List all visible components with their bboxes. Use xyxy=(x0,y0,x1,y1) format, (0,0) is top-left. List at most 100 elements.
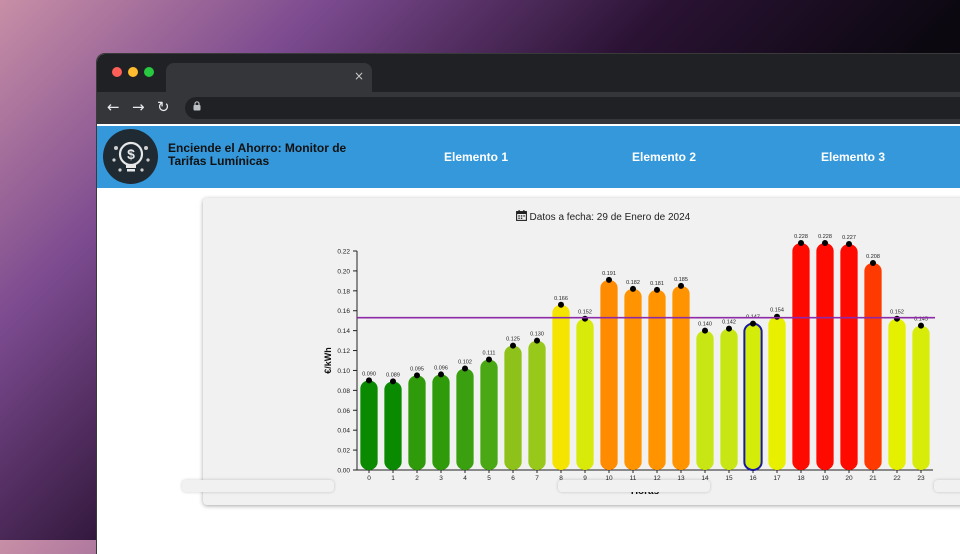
bar xyxy=(696,330,714,470)
y-tick-label: 0.20 xyxy=(337,268,350,275)
data-label: 0.191 xyxy=(602,271,616,277)
bar-top-point xyxy=(630,285,636,292)
bar xyxy=(432,374,450,470)
back-icon[interactable]: ← xyxy=(107,98,120,116)
x-tick-label: 23 xyxy=(917,475,925,482)
bar xyxy=(384,381,402,470)
y-tick-label: 0.18 xyxy=(337,288,350,295)
site-title[interactable]: Enciende el Ahorro: Monitor de Tarifas L… xyxy=(168,142,368,168)
data-label: 0.208 xyxy=(866,254,880,260)
price-bar-chart: 0.00 0.02 0.04 0.06 0.08 0.10 0.12 0.14 0.16 0.18… xyxy=(323,234,935,497)
card-stub-2 xyxy=(558,480,710,492)
data-label: 0.111 xyxy=(483,351,496,357)
y-tick-label: 0.00 xyxy=(337,468,350,475)
bar-top-point xyxy=(870,259,876,266)
bar-top-point xyxy=(678,282,684,289)
bar-top-point xyxy=(654,286,660,293)
tab-bar: × xyxy=(97,54,960,92)
forward-icon[interactable]: → xyxy=(132,98,145,116)
tab-close-icon[interactable]: × xyxy=(354,69,364,83)
y-tick-label: 0.12 xyxy=(337,348,350,355)
bar-top-point xyxy=(846,241,852,248)
bar-top-point xyxy=(390,378,396,385)
data-label: 0.182 xyxy=(626,280,640,286)
card-stub-3 xyxy=(934,480,960,492)
x-tick-label: 21 xyxy=(869,475,877,482)
bar-top-point xyxy=(486,356,492,363)
window-controls xyxy=(112,67,154,77)
bar-top-point xyxy=(726,325,732,332)
x-tick-label: 3 xyxy=(439,475,443,482)
bar-top-point xyxy=(438,371,444,378)
bar-top-point xyxy=(534,337,540,344)
y-axis-label: €/kWh xyxy=(323,347,333,374)
x-tick-label: 15 xyxy=(725,475,733,482)
bar xyxy=(912,325,930,470)
x-tick-label: 18 xyxy=(797,475,805,482)
bar-top-point xyxy=(582,315,588,322)
y-tick-label: 0.10 xyxy=(337,368,350,375)
lock-icon xyxy=(193,101,201,114)
y-tick-label: 0.06 xyxy=(337,408,350,415)
x-tick-label: 4 xyxy=(463,475,467,482)
nav-item-1[interactable]: Elemento 1 xyxy=(444,150,508,164)
bar xyxy=(480,359,498,470)
bar xyxy=(552,304,570,470)
x-tick-label: 5 xyxy=(487,475,491,482)
nav-item-3[interactable]: Elemento 3 xyxy=(821,150,885,164)
bar-top-point xyxy=(918,322,924,329)
bar xyxy=(672,285,690,470)
data-label: 0.142 xyxy=(722,320,736,326)
bar xyxy=(576,318,594,470)
data-label: 0.096 xyxy=(434,365,448,371)
x-tick-label: 17 xyxy=(773,475,781,482)
svg-text:$: $ xyxy=(127,146,135,162)
nav-item-2[interactable]: Elemento 2 xyxy=(632,150,696,164)
x-tick-label: 22 xyxy=(893,475,901,482)
y-tick-label: 0.08 xyxy=(337,388,350,395)
maximize-window-button[interactable] xyxy=(144,67,154,77)
data-label: 0.152 xyxy=(578,310,592,316)
bar-top-point xyxy=(510,342,516,349)
data-label: 0.140 xyxy=(698,322,712,328)
data-label: 0.185 xyxy=(674,277,688,283)
data-label: 0.227 xyxy=(842,235,856,241)
bar-top-point xyxy=(798,240,804,247)
reload-icon[interactable]: ↻ xyxy=(157,98,170,116)
bar xyxy=(816,243,834,470)
card-stub-1 xyxy=(182,480,334,492)
x-tick-label: 0 xyxy=(367,475,371,482)
lightbulb-logo-icon[interactable]: $ xyxy=(103,129,158,184)
data-label: 0.228 xyxy=(794,234,808,240)
x-tick-label: 2 xyxy=(415,475,419,482)
bar xyxy=(408,375,426,470)
browser-window: × ← → ↻ $ Enciende el Ahorro: Monitor de… xyxy=(97,54,960,554)
bar xyxy=(743,322,763,471)
bar xyxy=(864,262,882,470)
bar xyxy=(792,243,810,470)
bar xyxy=(768,316,786,470)
data-label: 0.090 xyxy=(362,371,376,377)
y-tick-label: 0.02 xyxy=(337,448,350,455)
data-label: 0.089 xyxy=(386,372,400,378)
data-label: 0.125 xyxy=(506,337,520,343)
data-label: 0.152 xyxy=(890,310,904,316)
bar xyxy=(720,328,738,470)
bar xyxy=(888,318,906,470)
data-label: 0.130 xyxy=(530,332,544,338)
site-header: $ Enciende el Ahorro: Monitor de Tarifas… xyxy=(97,126,960,188)
bar-top-point xyxy=(366,377,372,384)
bar xyxy=(648,289,666,470)
x-tick-label: 16 xyxy=(749,475,757,482)
data-label: 0.166 xyxy=(554,296,568,302)
minimize-window-button[interactable] xyxy=(128,67,138,77)
bar-top-point xyxy=(822,240,828,247)
chart-card: Datos a fecha: 29 de Enero de 2024 0.00 0… xyxy=(203,198,960,505)
browser-tab[interactable]: × xyxy=(166,63,372,92)
bar xyxy=(624,288,642,470)
data-label: 0.095 xyxy=(410,366,424,372)
y-tick-label: 0.04 xyxy=(337,428,350,435)
address-bar[interactable] xyxy=(185,97,960,119)
bar-top-point xyxy=(894,315,900,322)
close-window-button[interactable] xyxy=(112,67,122,77)
